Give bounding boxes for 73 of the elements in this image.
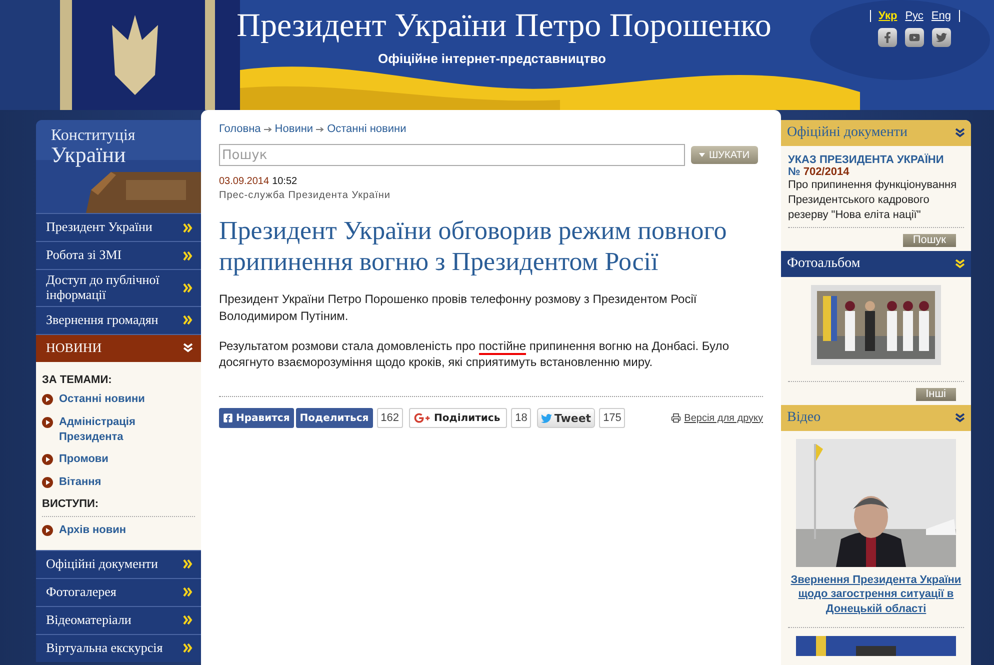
share-count: 18 <box>511 408 532 428</box>
site-title: Президент України Петро Порошенко <box>236 8 772 45</box>
decree-summary: Про припинення функціонування Президентського кадрового резерву "Нова еліта нації" <box>788 178 958 223</box>
article-source: Прес-служба Президента України <box>219 190 392 201</box>
play-circle-icon <box>42 525 53 536</box>
print-version-link[interactable]: Версія для друку <box>671 412 763 424</box>
article-paragraph: Президент України Петро Порошенко провів телефонну розмову з Президентом Росії Володимиром Путіним. <box>219 291 698 324</box>
sidebar-menu-item[interactable]: Президент України <box>36 213 201 241</box>
sidebar-menu-item[interactable]: Віртуальна екскурсія <box>36 634 201 662</box>
facebook-icon <box>223 413 233 424</box>
breadcrumb-link[interactable]: Головна <box>219 123 261 135</box>
sidebar-menu-item[interactable]: Офіційні документи <box>36 550 201 578</box>
sidebar-menu-item[interactable]: Звернення громадян <box>36 306 201 334</box>
panel-header: Фотоальбом <box>781 250 971 277</box>
arrow-icon <box>264 126 272 132</box>
submenu-link[interactable]: Адміністрація Президента <box>42 414 195 444</box>
bird-icon <box>541 412 552 424</box>
panel-header: Офіційні документи <box>781 120 971 146</box>
double-chevron-down-icon <box>955 258 965 269</box>
double-chevron-right-icon <box>183 315 193 326</box>
facebook-share-button[interactable]: Нравится <box>219 408 294 428</box>
article-title: Президент України обговорив режим повного припинення вогню з Президентом Росії <box>219 215 728 278</box>
constitution-banner-title[interactable]: України <box>51 144 201 166</box>
language-link[interactable]: Рус <box>905 10 924 22</box>
play-circle-icon <box>42 454 53 466</box>
search-field[interactable]: Пошук <box>219 144 685 166</box>
sidebar-menu-item[interactable]: Доступ до публічної інформації <box>36 269 201 306</box>
breadcrumb-link[interactable]: Новини <box>274 123 314 135</box>
double-chevron-right-icon <box>183 559 193 570</box>
facebook-icon[interactable] <box>878 28 898 47</box>
submenu-link[interactable]: Архів новин <box>42 523 195 538</box>
article-time: 10:52 <box>272 176 298 187</box>
language-link[interactable]: Укр <box>878 10 898 22</box>
photo-frame[interactable] <box>811 284 941 365</box>
facebook-share-button[interactable]: Поделиться <box>296 408 373 428</box>
article-paragraph: Результатом розмови стала домовленість про постійне припинення вогню на Донбасі. Було досягнуто взаєморозуміння щодо кроків, які сприятимуть встановленню миру. <box>219 338 730 370</box>
sidebar-menu-item[interactable]: Фотогалерея <box>36 578 201 606</box>
double-chevron-right-icon <box>183 222 193 232</box>
sidebar-menu-item[interactable]: Відеоматеріали <box>36 606 201 634</box>
play-circle-icon <box>42 477 53 488</box>
panel-header: Відео <box>781 404 971 431</box>
breadcrumb-link[interactable]: Останні новини <box>327 123 406 135</box>
double-chevron-right-icon <box>183 643 193 654</box>
youtube-icon[interactable] <box>905 28 924 47</box>
submenu-heading: ЗА ТЕМАМИ: <box>42 374 113 386</box>
arrow-icon <box>316 126 324 132</box>
language-link[interactable]: Eng <box>931 10 951 22</box>
double-chevron-right-icon <box>183 587 193 598</box>
printer-icon <box>671 413 682 424</box>
submenu-link[interactable]: Останні новини <box>42 392 195 407</box>
double-chevron-right-icon <box>183 282 193 293</box>
play-circle-icon <box>42 416 53 428</box>
double-chevron-down-icon <box>955 128 965 138</box>
caret-icon <box>699 153 705 157</box>
share-count: 162 <box>376 408 404 428</box>
sidebar-menu-item[interactable]: НОВИНИ <box>36 334 201 362</box>
play-circle-icon <box>42 394 53 405</box>
submenu-link[interactable]: Вітання <box>42 475 195 490</box>
tweet-button[interactable]: Tweet <box>537 408 596 428</box>
submenu-link[interactable]: Промови <box>42 452 195 468</box>
twitter-icon[interactable] <box>932 28 952 47</box>
google-plus-button[interactable]: Поділитись <box>409 408 508 428</box>
double-chevron-down-icon <box>183 343 193 354</box>
video-caption-link[interactable]: Звернення Президента України щодо загострення ситуації в Донецькій області <box>788 572 964 618</box>
share-count: 175 <box>599 408 626 428</box>
sidebar-menu-item[interactable]: Робота зі ЗМІ <box>36 241 201 269</box>
double-chevron-right-icon <box>183 250 193 260</box>
site-subtitle: Офіційне інтернет-представництво <box>378 51 606 66</box>
decree-title[interactable]: УКАЗ ПРЕЗИДЕНТА УКРАЇНИ № 702/2014 <box>788 154 964 178</box>
double-chevron-down-icon <box>955 412 965 423</box>
article-date: 03.09.2014 <box>219 176 270 187</box>
submenu-heading: ВИСТУПИ: <box>42 498 100 510</box>
double-chevron-right-icon <box>183 615 193 626</box>
